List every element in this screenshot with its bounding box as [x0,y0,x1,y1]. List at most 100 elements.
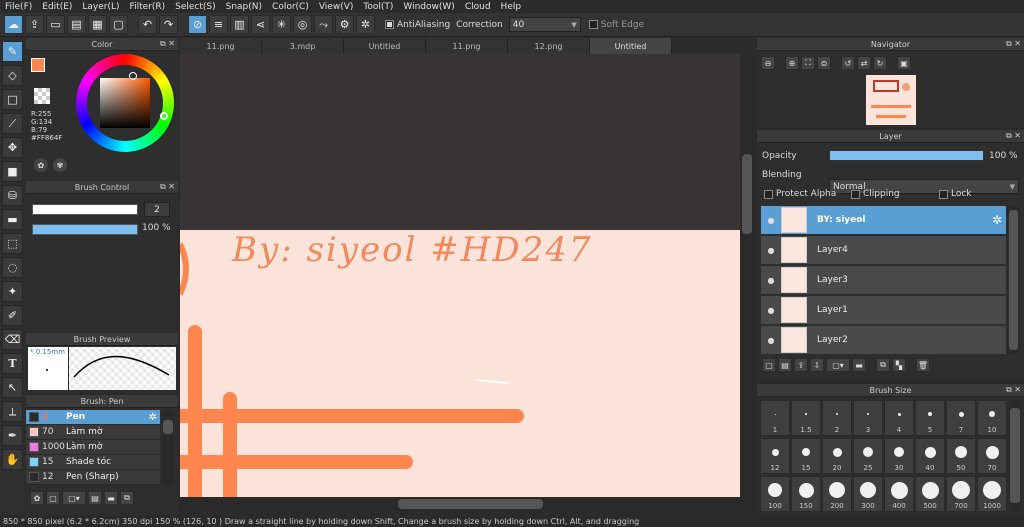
brush-size-cell[interactable]: 40 [915,438,945,474]
snap-parallel-icon[interactable]: ≡ [209,15,228,34]
tab-11-png[interactable]: 11.png [180,38,262,54]
canvas-area[interactable]: By: siyeol #HD247 [180,54,740,497]
snap-circle-icon[interactable]: ◎ [293,15,312,34]
zoom-reset-icon[interactable]: ⊜ [817,56,831,70]
brush-item[interactable]: 12 Pen (Sharp) [26,470,160,485]
zoom-in-icon[interactable]: ⊕ [785,56,799,70]
brush-list-scrollbar[interactable] [162,410,174,485]
brush-item[interactable]: 15 Shade tóc [26,455,160,470]
menu-help[interactable]: Help [496,2,527,12]
brush-opacity-slider[interactable] [32,224,138,235]
gradient-tool-icon[interactable]: ▬ [2,209,23,230]
add-brush-icon[interactable]: ▢▾ [62,491,86,505]
brush-size-cell[interactable]: 300 [853,476,883,512]
select-eraser-icon[interactable]: ⌫ [2,329,23,350]
eye-icon[interactable]: ● [761,216,781,225]
brush-size-cell[interactable]: 15 [791,438,821,474]
text-tool-icon[interactable]: T [2,353,23,374]
brush-group-icon[interactable]: ✿ [30,491,44,505]
brush-size-cell[interactable]: 500 [915,476,945,512]
snap-gear-icon[interactable]: ✲ [356,15,375,34]
tab-12-png[interactable]: 12.png [508,38,590,54]
folder-icon[interactable]: ▬ [104,491,118,505]
transparent-color-swatch[interactable] [34,88,50,104]
eraser-tool-icon[interactable]: ◇ [2,65,23,86]
layer-row[interactable]: ● Layer3 [761,266,1006,295]
brush-size-cell[interactable]: 20 [822,438,852,474]
soft-edge-checkbox[interactable] [588,20,598,29]
comment-icon[interactable]: ▭ [46,15,65,34]
menu-window[interactable]: Window(W) [398,2,459,12]
menu-select[interactable]: Select(S) [170,2,221,12]
snap-radial-icon[interactable]: ✳ [272,15,291,34]
layer-list-scrollbar[interactable] [1007,206,1020,354]
brush-size-cell[interactable]: 70 [977,438,1007,474]
brush-size-cell[interactable]: 150 [791,476,821,512]
hue-handle[interactable] [160,112,168,120]
brush-item[interactable]: 1000 Làm mờ [26,440,160,455]
layer-row[interactable]: ● Layer4 [761,236,1006,265]
tab-3-mdp[interactable]: 3.mdp [262,38,344,54]
eye-icon[interactable]: ● [761,306,781,315]
brush-size-cell[interactable]: 12 [760,438,790,474]
undo-icon[interactable]: ↶ [138,15,157,34]
eyedropper-icon[interactable]: ✒ [2,425,23,446]
brush-tool-icon[interactable]: ✎ [2,41,23,62]
document-icon[interactable]: ▤ [67,15,86,34]
layer-row[interactable]: ● Layer1 [761,296,1006,325]
fill-rect-icon[interactable]: ■ [2,161,23,182]
panel-close-icon[interactable]: ⧉ ✕ [1006,39,1021,49]
hue-wheel[interactable] [76,54,174,152]
select-dotted-icon[interactable]: ⬚ [2,233,23,254]
menu-view[interactable]: View(V) [314,2,359,12]
tab-11-png-2[interactable]: 11.png [426,38,508,54]
brush-size-cell[interactable]: 7 [946,400,976,436]
new-halftone-layer-icon[interactable]: ▤ [778,358,792,372]
select-pen-icon[interactable]: ✐ [2,305,23,326]
brush-size-value[interactable]: 2 [144,202,170,217]
new-brush-icon[interactable]: ▢ [46,491,60,505]
brush-item[interactable]: 2 Pen ✲ [26,410,160,425]
magic-wand-icon[interactable]: ✦ [2,281,23,302]
operation-tool-icon[interactable]: ↖ [2,377,23,398]
snap-off-icon[interactable]: ⊘ [188,15,207,34]
zoom-out-icon[interactable]: ⊖ [761,56,775,70]
lasso-line-icon[interactable]: ⟋ [2,113,23,134]
export-icon[interactable]: ⇪ [25,15,44,34]
brush-size-cell[interactable]: 2 [822,400,852,436]
import-layer-icon[interactable]: ⇪ [794,358,808,372]
redo-icon[interactable]: ↷ [159,15,178,34]
menu-tool[interactable]: Tool(T) [358,2,398,12]
navigator-thumbnail[interactable] [866,75,916,125]
tab-untitled[interactable]: Untitled [344,38,426,54]
canvas-vertical-scrollbar[interactable] [740,54,754,497]
snap-crisscross-icon[interactable]: ▥ [230,15,249,34]
rotate-right-icon[interactable]: ↻ [873,56,887,70]
brush-size-cell[interactable]: 700 [946,476,976,512]
menu-color[interactable]: Color(C) [267,2,314,12]
move-tool-icon[interactable]: ✥ [2,137,23,158]
menu-edit[interactable]: Edit(E) [37,2,77,12]
menu-cloud[interactable]: Cloud [460,2,496,12]
layer-row[interactable]: ● BY: siyeol ✲ [761,206,1006,235]
correction-select[interactable]: 40 ▼ [508,17,581,32]
brush-size-cell[interactable]: 50 [946,438,976,474]
rect-select-icon[interactable]: □ [2,89,23,110]
divide-tool-icon[interactable]: ⟂ [2,401,23,422]
hand-tool-icon[interactable]: ✋ [2,449,23,470]
lasso-tool-icon[interactable]: ◌ [2,257,23,278]
brush-size-cell[interactable]: 100 [760,476,790,512]
layer-row[interactable]: ● Layer2 [761,326,1006,355]
brush-size-cell[interactable]: 200 [822,476,852,512]
add-layer-menu-icon[interactable]: ▢▾ [826,358,850,372]
fit-icon[interactable]: ⛶ [801,56,815,70]
layer-down-icon[interactable]: ⇩ [810,358,824,372]
brush-size-slider[interactable] [32,204,138,215]
eye-icon[interactable]: ● [761,246,781,255]
brush-size-cell[interactable]: 10 [977,400,1007,436]
brush-size-cell[interactable]: 1 [760,400,790,436]
snap-curve-icon[interactable]: ⤳ [314,15,333,34]
file-icon[interactable]: ▢ [109,15,128,34]
brush-size-cell[interactable]: 400 [884,476,914,512]
duplicate-layer-icon[interactable]: ⧉ [876,358,890,372]
